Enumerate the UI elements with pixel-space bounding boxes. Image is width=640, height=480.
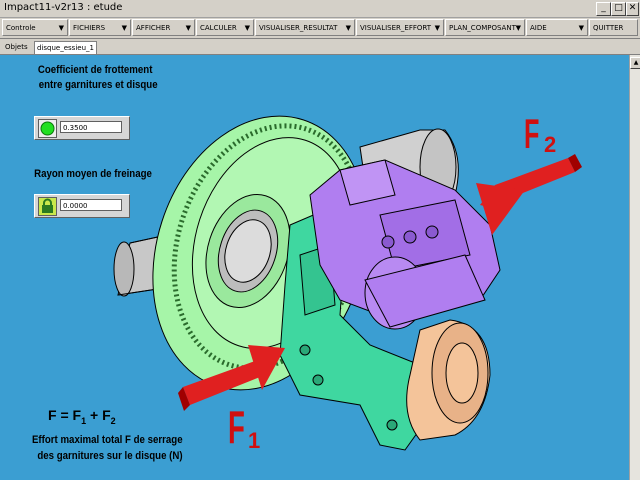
radius-param: 0.0000 — [34, 194, 130, 218]
force-formula: F = F1 + F2 — [48, 407, 116, 426]
menu-label: PLAN_COMPOSANT — [449, 24, 516, 32]
formula-f2-sub: 2 — [110, 415, 116, 426]
effort-caption-line1: Effort maximal total F de serrage — [31, 434, 183, 446]
triangle-down-icon: ▼ — [58, 24, 64, 32]
force-arrow-f2 — [476, 154, 582, 235]
menu-quitter[interactable]: QUITTER — [589, 19, 638, 36]
formula-f1-sub: 1 — [81, 415, 87, 426]
friction-value-field[interactable]: 0.3500 — [60, 121, 122, 133]
tab-objets[interactable]: Objets — [3, 41, 30, 53]
menu-label: AIDE — [530, 24, 547, 32]
menu-visualiser-resultat[interactable]: VISUALISER_RESULTAT ▼ — [255, 19, 355, 36]
triangle-down-icon: ▼ — [434, 24, 440, 32]
f2-letter: F — [524, 110, 540, 157]
menu-plan-composant[interactable]: PLAN_COMPOSANT ▼ — [445, 19, 525, 36]
lock-icon[interactable] — [38, 197, 57, 216]
friction-title-line1: Coefficient de frottement — [37, 64, 153, 76]
menu-visualiser-effort[interactable]: VISUALISER_EFFORT ▼ — [356, 19, 444, 36]
menu-label: Controle — [6, 24, 36, 32]
friction-title-line2: entre garnitures et disque — [38, 79, 158, 91]
tab-label: disque_essieu_1 — [37, 44, 94, 52]
minimize-button[interactable]: _ — [596, 2, 611, 16]
triangle-down-icon: ▼ — [578, 24, 584, 32]
menu-label: CALCULER — [200, 24, 237, 32]
effort-caption-line2: des garnitures sur le disque (N) — [37, 450, 183, 462]
viewport-3d[interactable]: Coefficient de frottement entre garnitur… — [0, 55, 629, 480]
tab-label: Objets — [5, 43, 28, 51]
menu-fichiers[interactable]: FICHIERS ▼ — [69, 19, 131, 36]
menu-bar: Controle ▼ FICHIERS ▼ AFFICHER ▼ CALCULER ▼ … — [0, 18, 640, 39]
menu-label: QUITTER — [593, 24, 624, 32]
menu-controle[interactable]: Controle ▼ — [2, 19, 68, 36]
vertical-scrollbar[interactable]: ▲ — [629, 55, 640, 480]
friction-param: 0.3500 — [34, 116, 130, 140]
triangle-down-icon: ▼ — [121, 24, 127, 32]
close-button[interactable]: ✕ — [626, 2, 639, 16]
triangle-down-icon: ▼ — [185, 24, 191, 32]
menu-label: FICHIERS — [73, 24, 106, 32]
title-bar: Impact11-v2r13 : etude _ □ ✕ — [0, 0, 640, 18]
tab-bar: Objets disque_essieu_1 — [0, 40, 640, 55]
wheel-hub — [406, 319, 491, 441]
window-title: Impact11-v2r13 : etude — [4, 2, 123, 13]
menu-label: VISUALISER_RESULTAT — [259, 24, 338, 32]
triangle-down-icon: ▼ — [515, 24, 521, 32]
formula-f2: F — [102, 407, 111, 423]
triangle-down-icon: ▼ — [244, 24, 250, 32]
green-circle-icon[interactable] — [38, 119, 57, 138]
formula-f1: F — [72, 407, 82, 423]
menu-label: AFFICHER — [136, 24, 171, 32]
maximize-button[interactable]: □ — [611, 2, 626, 16]
menu-afficher[interactable]: AFFICHER ▼ — [132, 19, 195, 36]
radius-value-field[interactable]: 0.0000 — [60, 199, 122, 211]
tab-disque-essieu[interactable]: disque_essieu_1 — [34, 41, 97, 54]
menu-calculer[interactable]: CALCULER ▼ — [196, 19, 254, 36]
formula-plus: + — [89, 407, 99, 423]
menu-aide[interactable]: AIDE ▼ — [526, 19, 588, 36]
scroll-up-icon[interactable]: ▲ — [630, 57, 640, 69]
menu-label: VISUALISER_EFFORT — [360, 24, 432, 32]
triangle-down-icon: ▼ — [345, 24, 351, 32]
f2-subscript: 2 — [544, 132, 557, 157]
f1-letter: F — [228, 401, 245, 453]
f1-subscript: 1 — [248, 428, 261, 453]
force-label-f1: F1 — [228, 400, 260, 454]
radius-title: Rayon moyen de freinage — [34, 168, 152, 180]
force-label-f2: F2 — [524, 110, 556, 158]
formula-lhs: F = — [48, 407, 69, 423]
